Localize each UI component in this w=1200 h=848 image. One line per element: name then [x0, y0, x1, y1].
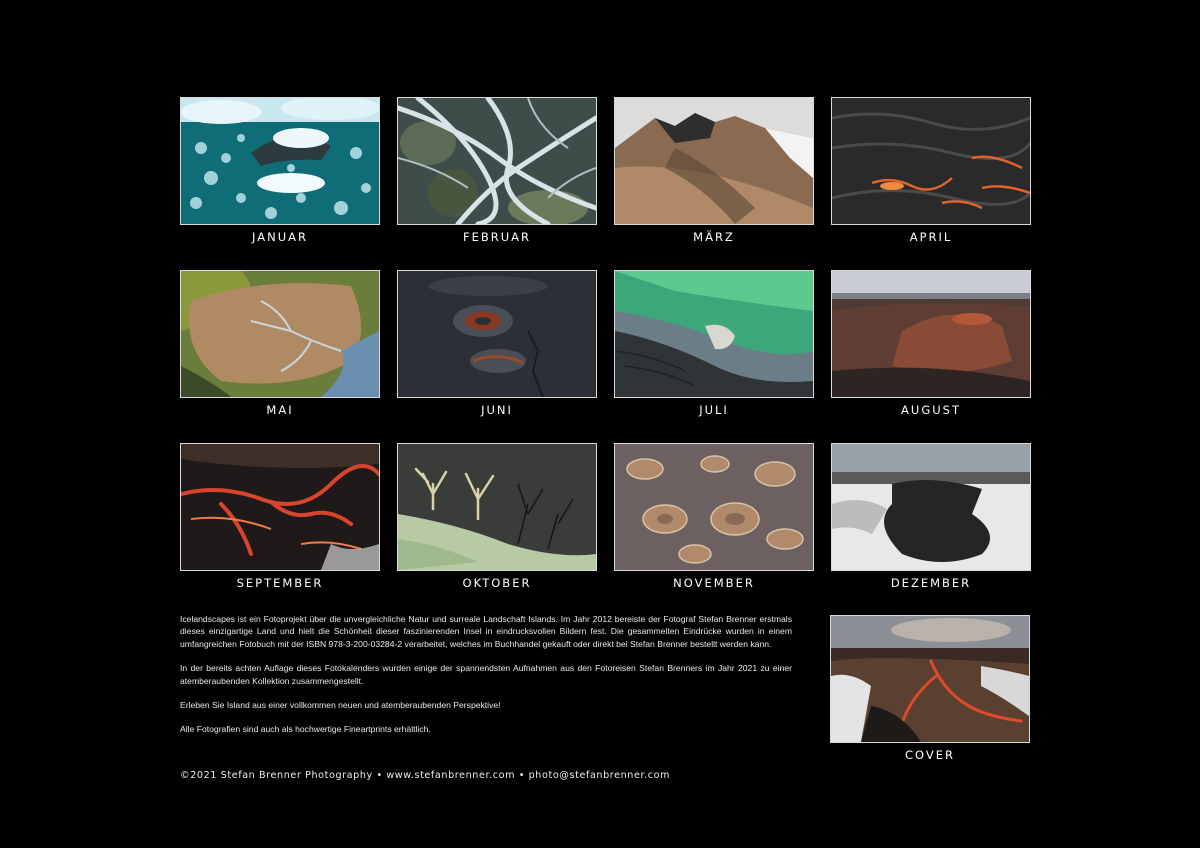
photo-braided-river	[397, 97, 597, 225]
month-april: APRIL	[831, 97, 1031, 244]
month-label: OKTOBER	[462, 576, 532, 590]
month-february: FEBRUAR	[397, 97, 597, 244]
cover-thumb: COVER	[830, 615, 1030, 762]
photo-river-delta	[180, 270, 380, 398]
month-may: MAI	[180, 270, 380, 417]
month-july: JULI	[614, 270, 814, 417]
description-paragraph: Icelandscapes ist ein Fotoprojekt über d…	[180, 614, 792, 649]
month-label: DEZEMBER	[890, 576, 972, 590]
photo-mountain-slopes	[614, 97, 814, 225]
photo-lava-rivers	[180, 443, 380, 571]
month-label: NOVEMBER	[673, 576, 755, 590]
month-label: APRIL	[909, 230, 953, 244]
month-label: AUGUST	[901, 403, 961, 417]
month-november: NOVEMBER	[614, 443, 814, 590]
month-september: SEPTEMBER	[180, 443, 380, 590]
month-label: JANUAR	[252, 230, 308, 244]
month-june: JUNI	[397, 270, 597, 417]
month-label: MAI	[266, 403, 294, 417]
month-august: AUGUST	[831, 270, 1031, 417]
cover-label: COVER	[904, 748, 955, 762]
month-december: DEZEMBER	[831, 443, 1031, 590]
photo-eruption-aerial	[830, 615, 1030, 743]
photo-geothermal-patterns	[614, 443, 814, 571]
description-paragraph: Alle Fotografien sind auch als hochwerti…	[180, 724, 431, 735]
month-label: JUNI	[481, 403, 513, 417]
photo-glacier-lagoon	[180, 97, 380, 225]
description: Icelandscapes ist ein Fotoprojekt über d…	[180, 613, 792, 748]
photo-snow-lava-field	[831, 443, 1031, 571]
footer-credits: ©2021 Stefan Brenner Photography • www.s…	[180, 770, 671, 781]
month-label: SEPTEMBER	[236, 576, 324, 590]
month-label: FEBRUAR	[462, 230, 532, 244]
month-october: OKTOBER	[397, 443, 597, 590]
description-paragraph: In der bereits achten Auflage dieses Fot…	[180, 663, 792, 686]
month-label: JULI	[699, 403, 729, 417]
photo-green-lagoon	[614, 270, 814, 398]
month-january: JANUAR	[180, 97, 380, 244]
month-march: MÄRZ	[614, 97, 814, 244]
photo-volcanic-craters	[397, 270, 597, 398]
description-paragraph: Erleben Sie Island aus einer vollkommen …	[180, 700, 501, 711]
photo-lava-flow	[831, 97, 1031, 225]
photo-river-tributaries	[397, 443, 597, 571]
photo-crater-highlands	[831, 270, 1031, 398]
month-label: MÄRZ	[693, 230, 735, 244]
